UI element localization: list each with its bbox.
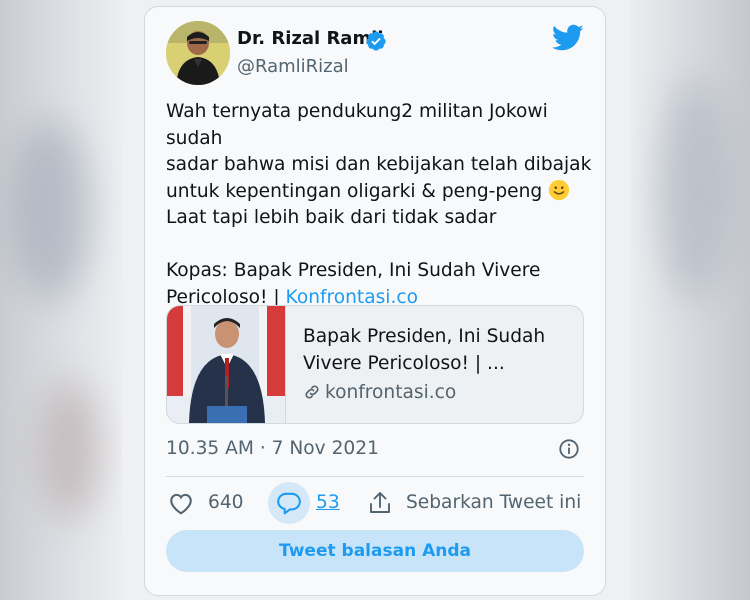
link-preview-title: Bapak Presiden, Ini Sudah Vivere Pericol…	[303, 323, 573, 377]
link-preview-domain: konfrontasi.co	[303, 382, 456, 403]
like-count[interactable]: 640	[208, 492, 244, 513]
verified-badge-icon	[366, 31, 386, 51]
background-blur-left-lower	[40, 380, 100, 520]
reply-bubble-icon[interactable]	[276, 491, 302, 515]
link-preview-card[interactable]: Bapak Presiden, Ini Sudah Vivere Pericol…	[166, 305, 584, 424]
tweet-text-line: sadar bahwa misi dan kebijakan telah dib…	[166, 154, 592, 175]
reply-count[interactable]: 53	[316, 492, 340, 513]
background-blur-left	[10, 120, 90, 300]
tweet-text-line: Laat tapi lebih baik dari tidak sadar	[166, 207, 497, 228]
tweet-text-line: untuk kepentingan oligarki & peng-peng	[166, 180, 543, 202]
avatar-image	[166, 21, 230, 85]
author-handle[interactable]: @RamliRizal	[237, 56, 349, 77]
info-icon[interactable]	[558, 438, 580, 460]
tweet-text: Wah ternyata pendukung2 militan Jokowi s…	[166, 99, 596, 311]
divider	[166, 476, 584, 477]
reply-tweet-button[interactable]: Tweet balasan Anda	[166, 530, 584, 572]
author-name[interactable]: Dr. Rizal Ramli	[237, 28, 384, 49]
share-icon[interactable]	[368, 490, 392, 516]
avatar[interactable]	[166, 21, 230, 85]
link-icon	[305, 385, 319, 399]
share-tweet-label[interactable]: Sebarkan Tweet ini	[406, 492, 581, 513]
smiley-emoji-icon	[549, 179, 570, 200]
tweet-timestamp[interactable]: 10.35 AM · 7 Nov 2021	[166, 438, 379, 459]
link-preview-domain-text: konfrontasi.co	[325, 382, 457, 403]
link-preview-title-line: Bapak Presiden, Ini Sudah	[303, 326, 546, 347]
link-preview-thumbnail	[167, 306, 286, 423]
tweet-text-line: Wah ternyata pendukung2 militan Jokowi s…	[166, 101, 548, 149]
tweet-text-line: Kopas: Bapak Presiden, Ini Sudah Vivere	[166, 260, 541, 281]
link-preview-title-line: Vivere Pericoloso! | ...	[303, 353, 505, 374]
background-blur-right	[660, 80, 730, 300]
like-heart-icon[interactable]	[168, 491, 194, 515]
twitter-bird-icon[interactable]	[552, 24, 584, 52]
